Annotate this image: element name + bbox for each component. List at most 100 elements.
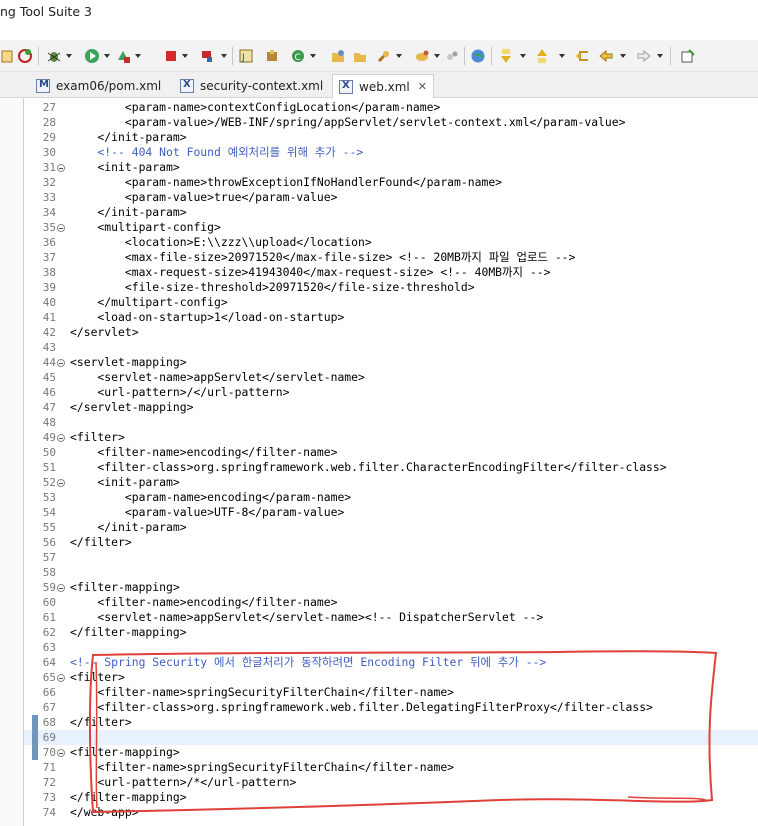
new-package-icon[interactable] bbox=[264, 48, 280, 64]
code-line[interactable]: 64 <!-- Spring Security 에서 한글처리가 동작하려면 En… bbox=[24, 655, 758, 670]
code-line[interactable]: 34 </init-param> bbox=[24, 205, 758, 220]
stop-dropdown-arrow[interactable] bbox=[182, 54, 188, 58]
previous-annotation-icon[interactable] bbox=[534, 48, 550, 64]
tab-web-xml[interactable]: X web.xml ✕ bbox=[332, 74, 434, 98]
tab-label: exam06/pom.xml bbox=[56, 79, 162, 93]
open-perspective-icon[interactable] bbox=[414, 48, 430, 64]
code-line[interactable]: 41 <load-on-startup>1</load-on-startup> bbox=[24, 310, 758, 325]
code-line[interactable]: 47 </servlet-mapping> bbox=[24, 400, 758, 415]
code-line[interactable]: 71 <filter-name>springSecurityFilterChai… bbox=[24, 760, 758, 775]
fold-toggle-icon[interactable] bbox=[57, 479, 65, 487]
tab-pom-xml[interactable]: M exam06/pom.xml bbox=[30, 74, 167, 98]
code-line[interactable]: 65 <filter> bbox=[24, 670, 758, 685]
code-line[interactable]: 32 <param-name>throwExceptionIfNoHandler… bbox=[24, 175, 758, 190]
open-type-icon[interactable] bbox=[330, 48, 346, 64]
code-line[interactable]: 50 <filter-name>encoding</filter-name> bbox=[24, 445, 758, 460]
code-line[interactable]: 56 </filter> bbox=[24, 535, 758, 550]
search-dropdown-arrow[interactable] bbox=[396, 54, 402, 58]
code-line[interactable]: 40 </multipart-config> bbox=[24, 295, 758, 310]
tab-security-context-xml[interactable]: X security-context.xml bbox=[174, 74, 329, 98]
back-icon[interactable] bbox=[598, 48, 614, 64]
code-line[interactable]: 28 <param-value>/WEB-INF/spring/appServl… bbox=[24, 115, 758, 130]
toolbar-separator bbox=[491, 47, 492, 65]
code-line[interactable]: 62 </filter-mapping> bbox=[24, 625, 758, 640]
debug-icon[interactable] bbox=[46, 48, 62, 64]
code-line[interactable]: 57 bbox=[24, 550, 758, 565]
run-icon[interactable] bbox=[84, 48, 100, 64]
open-task-icon[interactable] bbox=[352, 48, 368, 64]
code-line[interactable]: 51 <filter-class>org.springframework.web… bbox=[24, 460, 758, 475]
last-edit-icon[interactable] bbox=[574, 48, 590, 64]
code-line[interactable]: 66 <filter-name>springSecurityFilterChai… bbox=[24, 685, 758, 700]
search-icon[interactable] bbox=[376, 48, 392, 64]
code-line[interactable]: 36 <location>E:\\zzz\\upload</location> bbox=[24, 235, 758, 250]
refresh-icon[interactable] bbox=[17, 48, 33, 64]
pin-editor-icon[interactable] bbox=[680, 48, 696, 64]
code-line[interactable]: 63 bbox=[24, 640, 758, 655]
code-line[interactable]: 42 </servlet> bbox=[24, 325, 758, 340]
code-line[interactable]: 37 <max-file-size>20971520</max-file-siz… bbox=[24, 250, 758, 265]
debug-dropdown-arrow[interactable] bbox=[66, 54, 72, 58]
new-java-project-icon[interactable]: J bbox=[238, 48, 254, 64]
code-line[interactable]: 55 </init-param> bbox=[24, 520, 758, 535]
perspective-dropdown-arrow[interactable] bbox=[434, 54, 440, 58]
previous-annotation-dropdown-arrow[interactable] bbox=[559, 54, 565, 58]
server-icon[interactable] bbox=[200, 48, 216, 64]
code-line[interactable]: 31 <init-param> bbox=[24, 160, 758, 175]
code-line[interactable]: 67 <filter-class>org.springframework.web… bbox=[24, 700, 758, 715]
line-number: 47 bbox=[42, 401, 56, 414]
next-annotation-icon[interactable] bbox=[498, 48, 514, 64]
code-line[interactable]: 48 bbox=[24, 415, 758, 430]
code-line[interactable]: 68 </filter> bbox=[24, 715, 758, 730]
code-line[interactable]: 38 <max-request-size>41943040</max-reque… bbox=[24, 265, 758, 280]
code-line[interactable]: 45 <servlet-name>appServlet</servlet-nam… bbox=[24, 370, 758, 385]
back-dropdown-arrow[interactable] bbox=[620, 54, 626, 58]
external-tools-icon[interactable] bbox=[115, 48, 131, 64]
code-line[interactable]: 46 <url-pattern>/</url-pattern> bbox=[24, 385, 758, 400]
code-line[interactable]: 39 <file-size-threshold>20971520</file-s… bbox=[24, 280, 758, 295]
fold-toggle-icon[interactable] bbox=[57, 359, 65, 367]
code-line[interactable]: 33 <param-value>true</param-value> bbox=[24, 190, 758, 205]
code-line[interactable]: 43 bbox=[24, 340, 758, 355]
line-number: 42 bbox=[42, 326, 56, 339]
code-line[interactable]: 61 <servlet-name>appServlet</servlet-nam… bbox=[24, 610, 758, 625]
fold-toggle-icon[interactable] bbox=[57, 584, 65, 592]
code-line[interactable]: 52 <init-param> bbox=[24, 475, 758, 490]
code-line[interactable]: 53 <param-name>encoding</param-name> bbox=[24, 490, 758, 505]
fold-toggle-icon[interactable] bbox=[57, 164, 65, 172]
code-line[interactable]: 73 </filter-mapping> bbox=[24, 790, 758, 805]
globe-icon[interactable] bbox=[470, 48, 486, 64]
stop-icon[interactable] bbox=[163, 48, 179, 64]
new-icon[interactable] bbox=[0, 48, 16, 64]
code-line[interactable]: 27 <param-name>contextConfigLocation</pa… bbox=[24, 100, 758, 115]
code-line[interactable]: 29 </init-param> bbox=[24, 130, 758, 145]
code-line[interactable]: 69 bbox=[24, 730, 758, 745]
forward-icon[interactable] bbox=[636, 48, 652, 64]
code-line[interactable]: 54 <param-value>UTF-8</param-value> bbox=[24, 505, 758, 520]
new-class-dropdown-arrow[interactable] bbox=[310, 54, 316, 58]
code-line[interactable]: 35 <multipart-config> bbox=[24, 220, 758, 235]
code-line[interactable]: 59 <filter-mapping> bbox=[24, 580, 758, 595]
code-line[interactable]: 30 <!-- 404 Not Found 예외처리를 위해 추가 --> bbox=[24, 145, 758, 160]
code-line[interactable]: 44 <servlet-mapping> bbox=[24, 355, 758, 370]
fold-toggle-icon[interactable] bbox=[57, 434, 65, 442]
code-line[interactable]: 72 <url-pattern>/*</url-pattern> bbox=[24, 775, 758, 790]
run-dropdown-arrow[interactable] bbox=[104, 54, 110, 58]
code-line[interactable]: 70 <filter-mapping> bbox=[24, 745, 758, 760]
code-line[interactable]: 74 </web-app> bbox=[24, 805, 758, 820]
annotation-icon[interactable] bbox=[444, 48, 460, 64]
code-line[interactable]: 49 <filter> bbox=[24, 430, 758, 445]
server-dropdown-arrow[interactable] bbox=[221, 54, 227, 58]
code-editor[interactable]: 27 <param-name>contextConfigLocation</pa… bbox=[24, 98, 758, 826]
code-line[interactable]: 58 bbox=[24, 565, 758, 580]
close-icon[interactable]: ✕ bbox=[418, 80, 427, 93]
fold-toggle-icon[interactable] bbox=[57, 749, 65, 757]
external-tools-dropdown-arrow[interactable] bbox=[135, 54, 141, 58]
fold-toggle-icon[interactable] bbox=[57, 674, 65, 682]
fold-toggle-icon[interactable] bbox=[57, 224, 65, 232]
next-annotation-dropdown-arrow[interactable] bbox=[520, 54, 526, 58]
new-class-icon[interactable]: C bbox=[290, 48, 306, 64]
forward-dropdown-arrow[interactable] bbox=[657, 54, 663, 58]
code-line[interactable]: 60 <filter-name>encoding</filter-name> bbox=[24, 595, 758, 610]
code-text: <url-pattern>/*</url-pattern> bbox=[70, 775, 297, 789]
